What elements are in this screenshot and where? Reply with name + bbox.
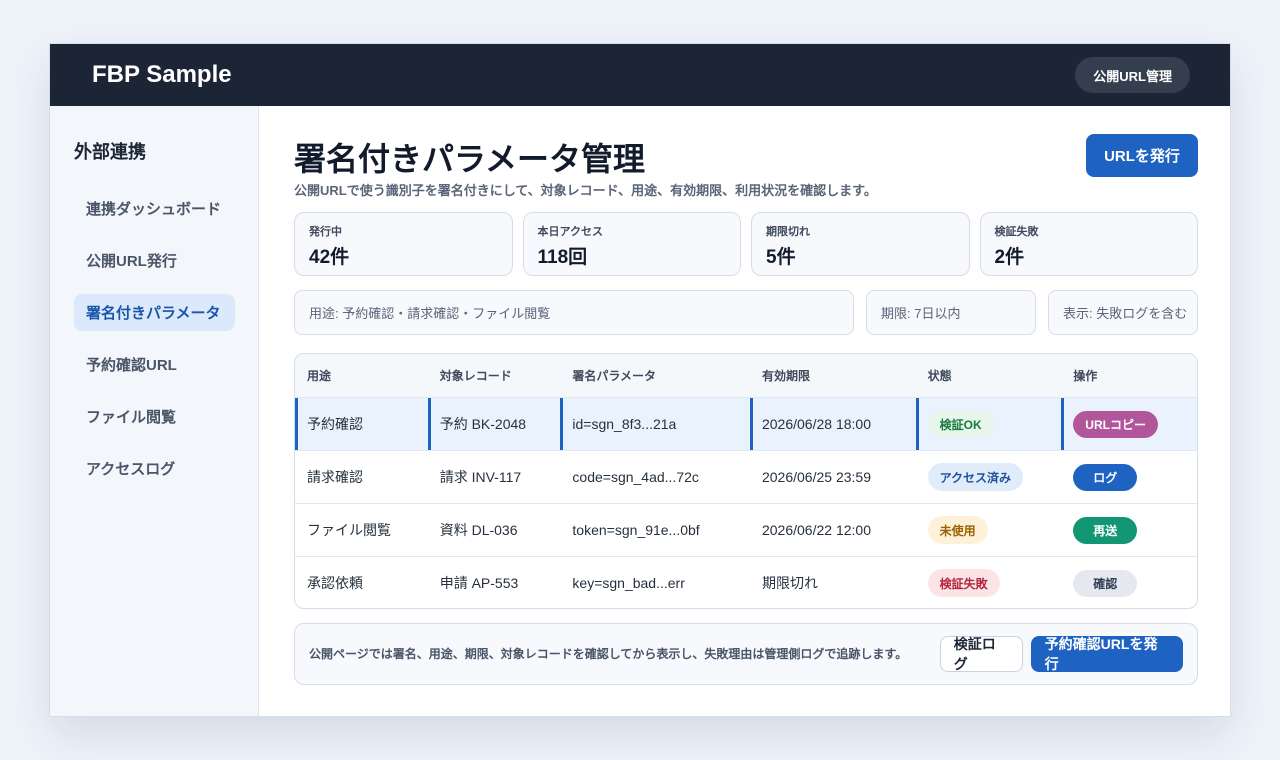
column-header-purpose[interactable]: 用途	[295, 354, 428, 397]
table-row[interactable]: 承認依頼 申請 AP-553 key=sgn_bad...err 期限切れ 検証…	[295, 556, 1197, 608]
column-header-expires[interactable]: 有効期限	[750, 354, 916, 397]
stat-label: 期限切れ	[766, 226, 810, 238]
issue-reservation-url-button[interactable]: 予約確認URLを発行	[1030, 636, 1183, 672]
footer-note: 公開ページでは署名、用途、期限、対象レコードを確認してから表示し、失敗理由は管理…	[309, 646, 908, 661]
stat-card-verify-failed: 検証失敗 2件	[979, 212, 1198, 276]
cell-expires: 2026/06/28 18:00	[749, 398, 916, 450]
sidebar-item-signed-params[interactable]: 署名付きパラメータ	[74, 294, 235, 331]
status-badge: 検証失敗	[927, 569, 1000, 597]
column-header-param[interactable]: 署名パラメータ	[560, 354, 750, 397]
sidebar-item-access-log[interactable]: アクセスログ	[74, 450, 235, 487]
stats-row: 発行中 42件 本日アクセス 118回 期限切れ 5件 検証失敗 2件	[294, 212, 1198, 276]
cell-status: 検証OK	[915, 398, 1062, 450]
cell-action: URLコピー	[1061, 398, 1197, 450]
cell-param: code=sgn_4ad...72c	[572, 469, 699, 485]
cell-action: 確認	[1061, 557, 1197, 608]
cell-action: 再送	[1061, 504, 1197, 556]
cell-expires: 2026/06/25 23:59	[761, 469, 871, 485]
footer-actions: 検証ログ 予約確認URLを発行	[939, 636, 1183, 672]
sidebar-item-public-url[interactable]: 公開URL発行	[74, 242, 235, 279]
stat-value: 5件	[766, 247, 796, 268]
table-row[interactable]: 予約確認 予約 BK-2048 id=sgn_8f3...21a 2026/06…	[295, 397, 1197, 450]
footer-panel: 公開ページでは署名、用途、期限、対象レコードを確認してから表示し、失敗理由は管理…	[294, 623, 1198, 685]
sidebar-item-file-view[interactable]: ファイル閲覧	[74, 398, 235, 435]
verify-log-button[interactable]: 検証ログ	[939, 636, 1023, 672]
cell-record: 請求 INV-117	[439, 469, 522, 485]
cell-param: key=sgn_bad...err	[572, 575, 685, 591]
issue-url-button[interactable]: URLを発行	[1086, 134, 1198, 177]
display-filter[interactable]: 表示: 失敗ログを含む	[1048, 290, 1198, 335]
cell-purpose: 予約確認	[295, 398, 428, 450]
sidebar-item-dashboard[interactable]: 連携ダッシュボード	[74, 190, 235, 227]
resend-button[interactable]: 再送	[1073, 516, 1138, 544]
stat-card-expired: 期限切れ 5件	[751, 212, 970, 276]
column-header-action[interactable]: 操作	[1061, 354, 1197, 397]
table-header-row: 用途 対象レコード 署名パラメータ 有効期限 状態 操作	[295, 354, 1197, 397]
column-header-status[interactable]: 状態	[916, 354, 1062, 397]
stat-value: 2件	[994, 247, 1025, 268]
filter-row: 用途: 予約確認・請求確認・ファイル閲覧 期限: 7日以内 表示: 失敗ログを含…	[294, 290, 1198, 335]
column-header-record[interactable]: 対象レコード	[428, 354, 561, 397]
period-filter[interactable]: 期限: 7日以内	[866, 290, 1036, 335]
sidebar-title: 外部連携	[74, 142, 146, 162]
page-title: 署名付きパラメータ管理	[294, 141, 646, 177]
table-row[interactable]: ファイル閲覧 資料 DL-036 token=sgn_91e...0bf 202…	[295, 503, 1197, 556]
log-button[interactable]: ログ	[1073, 463, 1138, 491]
cell-param: id=sgn_8f3...21a	[560, 398, 750, 450]
cell-purpose: ファイル閲覧	[307, 522, 391, 538]
stat-card-today-access: 本日アクセス 118回	[522, 212, 741, 276]
cell-expires: 期限切れ	[761, 575, 818, 591]
page-subtitle: 公開URLで使う識別子を署名付きにして、対象レコード、用途、有効期限、利用状況を…	[294, 183, 877, 198]
cell-action: ログ	[1061, 451, 1197, 503]
cell-status: 未使用	[916, 504, 1062, 556]
stat-value: 118回	[537, 247, 588, 268]
check-button[interactable]: 確認	[1073, 569, 1138, 597]
app-brand: FBP Sample	[92, 61, 232, 88]
main-content: 署名付きパラメータ管理 公開URLで使う識別子を署名付きにして、対象レコード、用…	[294, 106, 1198, 716]
cell-status: アクセス済み	[916, 451, 1062, 503]
purpose-filter[interactable]: 用途: 予約確認・請求確認・ファイル閲覧	[294, 290, 854, 335]
cell-purpose: 請求確認	[307, 469, 363, 485]
sidebar: 外部連携 連携ダッシュボード 公開URL発行 署名付きパラメータ 予約確認URL…	[50, 106, 259, 716]
stat-value: 42件	[309, 247, 350, 268]
stat-label: 検証失敗	[994, 226, 1039, 238]
status-badge: 検証OK	[927, 410, 994, 438]
app-window: FBP Sample 公開URL管理 外部連携 連携ダッシュボード 公開URL発…	[49, 43, 1231, 717]
table-row[interactable]: 請求確認 請求 INV-117 code=sgn_4ad...72c 2026/…	[295, 450, 1197, 503]
cell-param: token=sgn_91e...0bf	[572, 522, 700, 538]
stat-label: 発行中	[309, 226, 342, 238]
stat-label: 本日アクセス	[537, 226, 603, 238]
cell-status: 検証失敗	[916, 557, 1062, 608]
status-badge: 未使用	[927, 516, 988, 544]
public-url-management-button[interactable]: 公開URL管理	[1075, 57, 1190, 93]
cell-record: 資料 DL-036	[439, 522, 518, 538]
params-table: 用途 対象レコード 署名パラメータ 有効期限 状態 操作 予約確認 予約 BK-…	[294, 353, 1198, 609]
cell-record: 申請 AP-553	[439, 575, 519, 591]
copy-url-button[interactable]: URLコピー	[1073, 410, 1158, 438]
top-bar: FBP Sample 公開URL管理	[50, 44, 1230, 106]
status-badge: アクセス済み	[927, 463, 1024, 491]
stat-card-issued: 発行中 42件	[294, 212, 513, 276]
cell-expires: 2026/06/22 12:00	[761, 522, 871, 538]
cell-purpose: 承認依頼	[307, 575, 363, 591]
sidebar-item-reservation-url[interactable]: 予約確認URL	[74, 346, 235, 383]
cell-record: 予約 BK-2048	[427, 398, 561, 450]
